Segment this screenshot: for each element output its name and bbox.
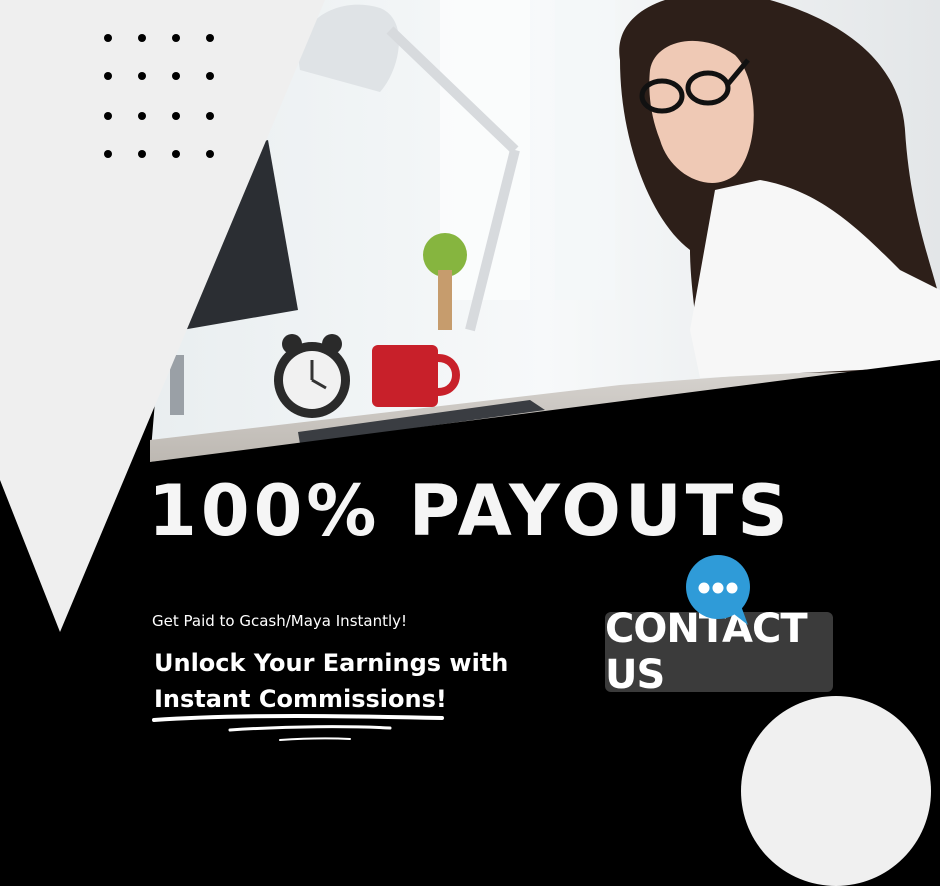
- chat-bubble-icon: [686, 555, 750, 625]
- tagline: Unlock Your Earnings with Instant Commis…: [154, 645, 574, 717]
- clock-bell: [282, 334, 302, 354]
- tagline-line-1: Unlock Your Earnings with: [154, 649, 509, 677]
- window-light: [555, 0, 615, 300]
- wooden-figure: [438, 270, 452, 330]
- promo-banner: 100% PAYOUTS Get Paid to Gcash/Maya Inst…: [0, 0, 940, 886]
- red-mug: [372, 345, 438, 407]
- subheading: Get Paid to Gcash/Maya Instantly!: [152, 612, 408, 630]
- headline: 100% PAYOUTS: [148, 470, 792, 552]
- brush-underline: [152, 714, 444, 741]
- corner-circle-decoration: [741, 696, 931, 886]
- clock-bell: [322, 334, 342, 354]
- dot-grid-decoration: [104, 34, 214, 158]
